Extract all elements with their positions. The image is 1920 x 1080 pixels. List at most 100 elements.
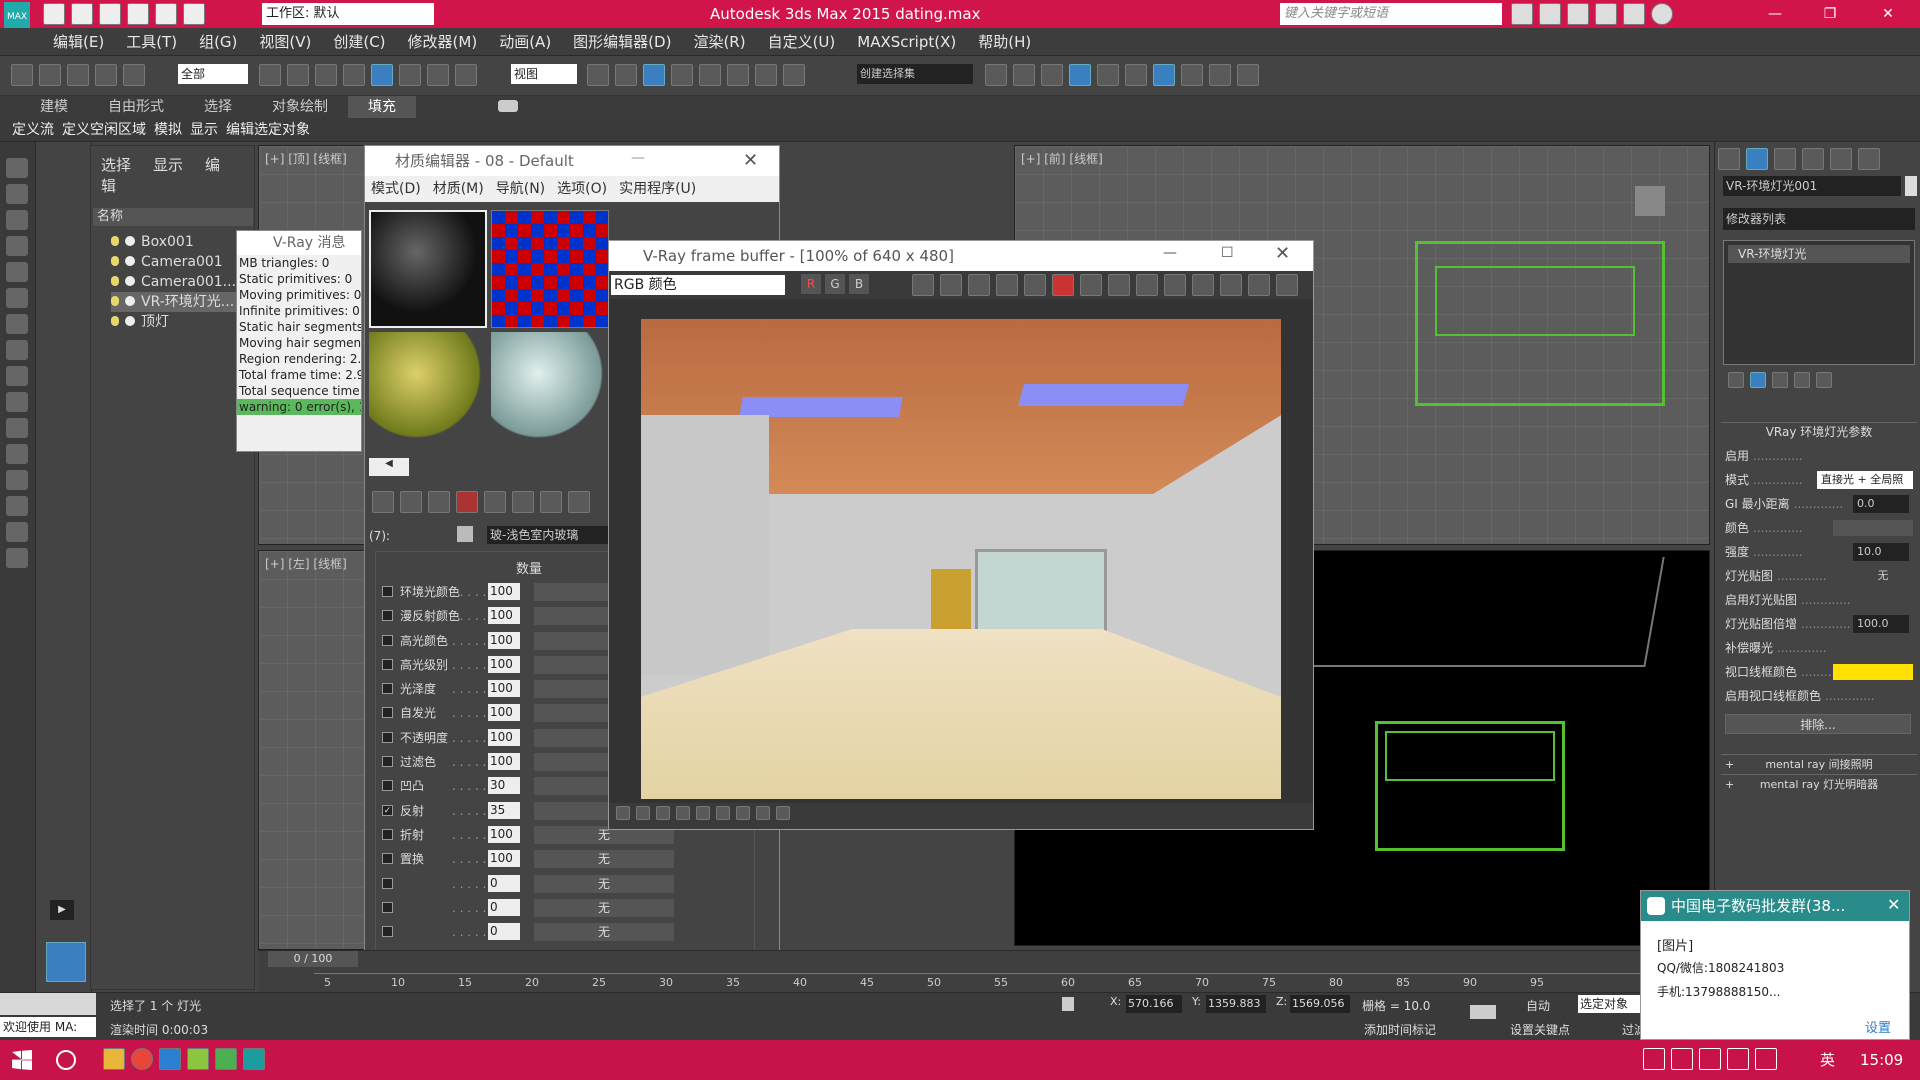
- mat-menu-item[interactable]: 选项(O): [551, 181, 613, 197]
- set-key-button[interactable]: 设置关键点: [1510, 1021, 1570, 1038]
- object-name-field[interactable]: VR-环境灯光001: [1723, 176, 1901, 196]
- map-button[interactable]: 无: [534, 923, 674, 942]
- exclude-button[interactable]: 排除...: [1725, 714, 1911, 734]
- scene-item[interactable]: Camera001...: [111, 272, 236, 292]
- notification-settings-link[interactable]: 设置: [1865, 1017, 1891, 1036]
- 3dsmax-icon[interactable]: [243, 1048, 265, 1070]
- viewport-left-label[interactable]: [+] [左] [线框]: [265, 555, 347, 572]
- map-amount-spinner[interactable]: 100: [488, 825, 520, 843]
- map-amount-spinner[interactable]: 100: [488, 583, 520, 600]
- tray-icon-1[interactable]: [1643, 1048, 1665, 1070]
- param-value[interactable]: 0.0: [1853, 495, 1909, 513]
- teapot-tool-icon[interactable]: [6, 158, 28, 178]
- save-image-icon[interactable]: [968, 274, 990, 296]
- cylinder-tool-icon[interactable]: [6, 392, 28, 412]
- menu-item[interactable]: MAXScript(X): [846, 28, 967, 56]
- scene-header[interactable]: 名称: [93, 208, 253, 226]
- map-checkbox[interactable]: [382, 634, 393, 646]
- visibility-bulb-icon[interactable]: [111, 276, 119, 286]
- menu-item[interactable]: 图形编辑器(D): [562, 28, 682, 56]
- param-value[interactable]: 100.0: [1853, 615, 1909, 633]
- expand-arrow-icon[interactable]: ▶: [50, 900, 74, 920]
- map-checkbox[interactable]: [382, 877, 393, 889]
- vfb-status-icon-1[interactable]: [616, 806, 630, 820]
- map-checkbox[interactable]: [382, 901, 393, 913]
- map-checkbox[interactable]: [382, 731, 393, 743]
- select-icon[interactable]: [259, 64, 281, 86]
- configure-sets-icon[interactable]: [1816, 372, 1832, 388]
- layer-icon[interactable]: [1041, 64, 1063, 86]
- map-checkbox[interactable]: [382, 828, 393, 840]
- rotate-icon[interactable]: [399, 64, 421, 86]
- vfb-status-icon-6[interactable]: [716, 806, 730, 820]
- slate-tool-icon[interactable]: [6, 236, 28, 256]
- menu-item[interactable]: 创建(C): [322, 28, 396, 56]
- x-coord-field[interactable]: 570.166: [1126, 995, 1182, 1013]
- map-checkbox[interactable]: [382, 756, 393, 768]
- ribbon-tab[interactable]: 填充: [348, 96, 416, 118]
- wire-color-swatch[interactable]: [1833, 664, 1913, 680]
- mat-editor-minimize[interactable]: —: [631, 150, 645, 166]
- mat-editor-close[interactable]: ✕: [743, 150, 758, 171]
- unlink-icon[interactable]: [95, 64, 117, 86]
- map-amount-spinner[interactable]: 100: [488, 607, 520, 625]
- motion-tab-icon[interactable]: [1802, 148, 1824, 170]
- map-checkbox[interactable]: [382, 780, 393, 792]
- map-button[interactable]: 无: [534, 898, 674, 917]
- create-tab-icon[interactable]: [1718, 148, 1740, 170]
- key-mode-icon[interactable]: [1470, 1005, 1496, 1019]
- maxscript-mini[interactable]: [0, 993, 96, 1015]
- menu-item[interactable]: 视图(V): [248, 28, 322, 56]
- map-amount-spinner[interactable]: 0: [488, 898, 520, 916]
- rect-select-icon[interactable]: [315, 64, 337, 86]
- percent-snap-icon[interactable]: [727, 64, 749, 86]
- mono-icon[interactable]: [912, 274, 934, 296]
- scene-tab[interactable]: 选择: [101, 156, 131, 174]
- eyedropper-icon[interactable]: [457, 526, 473, 542]
- named-selection-set[interactable]: 创建选择集: [857, 64, 973, 84]
- vray-light-rollout-header[interactable]: VRay 环境灯光参数: [1721, 422, 1917, 440]
- map-amount-spinner[interactable]: 100: [488, 728, 520, 746]
- map-amount-spinner[interactable]: 35: [488, 801, 520, 819]
- region-render-icon[interactable]: [1108, 274, 1130, 296]
- mat-slot-scroll-left[interactable]: ◀: [369, 458, 409, 476]
- mat-menu-item[interactable]: 实用程序(U): [613, 181, 702, 197]
- tray-icon-2[interactable]: [1671, 1048, 1693, 1070]
- window-crossing-icon[interactable]: [343, 64, 365, 86]
- box-tool-icon[interactable]: [6, 340, 28, 360]
- unique-material-icon[interactable]: [512, 491, 534, 513]
- viewport-layout-icon[interactable]: [46, 942, 86, 982]
- select-by-name-icon[interactable]: [287, 64, 309, 86]
- vfb-minimize[interactable]: —: [1163, 245, 1177, 261]
- ribbon-options-icon[interactable]: [498, 100, 518, 112]
- map-amount-spinner[interactable]: 100: [488, 753, 520, 771]
- chrome-icon[interactable]: [131, 1048, 153, 1070]
- clock[interactable]: 15:09: [1860, 1040, 1903, 1080]
- teapot-icon[interactable]: [1276, 274, 1298, 296]
- place-icon[interactable]: [455, 64, 477, 86]
- stack-item[interactable]: VR-环境灯光: [1728, 245, 1910, 263]
- object-color-swatch[interactable]: [1905, 176, 1917, 196]
- scene-tab[interactable]: 显示: [153, 156, 183, 174]
- remove-modifier-icon[interactable]: [1794, 372, 1810, 388]
- vray-messages-title[interactable]: V-Ray 消息: [237, 231, 361, 255]
- manipulate-icon[interactable]: [615, 64, 637, 86]
- make-unique-icon[interactable]: [1772, 372, 1788, 388]
- vfb-status-icon-3[interactable]: [656, 806, 670, 820]
- ribbon-sub-item[interactable]: 定义流: [8, 118, 58, 142]
- map-amount-spinner[interactable]: 100: [488, 850, 520, 868]
- keyboard-shortcut-icon[interactable]: [643, 64, 665, 86]
- track-bar[interactable]: 5 10 15 20 25 30 35 40 45 50 55 60 65 70 75 80 85 90 95: [314, 973, 1694, 991]
- map-button[interactable]: 无: [534, 850, 674, 869]
- track-mouse-icon[interactable]: [1080, 274, 1102, 296]
- paint-tool-icon[interactable]: [6, 314, 28, 334]
- ribbon-tab[interactable]: 自由形式: [88, 96, 184, 118]
- map-checkbox[interactable]: [382, 658, 393, 670]
- particles-tool-icon[interactable]: [6, 288, 28, 308]
- visibility-bulb-icon[interactable]: [111, 296, 119, 306]
- material-editor-icon[interactable]: [1153, 64, 1175, 86]
- star-icon[interactable]: [1595, 3, 1617, 25]
- ref-coord-select[interactable]: 视图: [511, 64, 577, 84]
- minimize-button[interactable]: —: [1755, 0, 1795, 28]
- ribbon-sub-item[interactable]: 模拟: [150, 118, 186, 142]
